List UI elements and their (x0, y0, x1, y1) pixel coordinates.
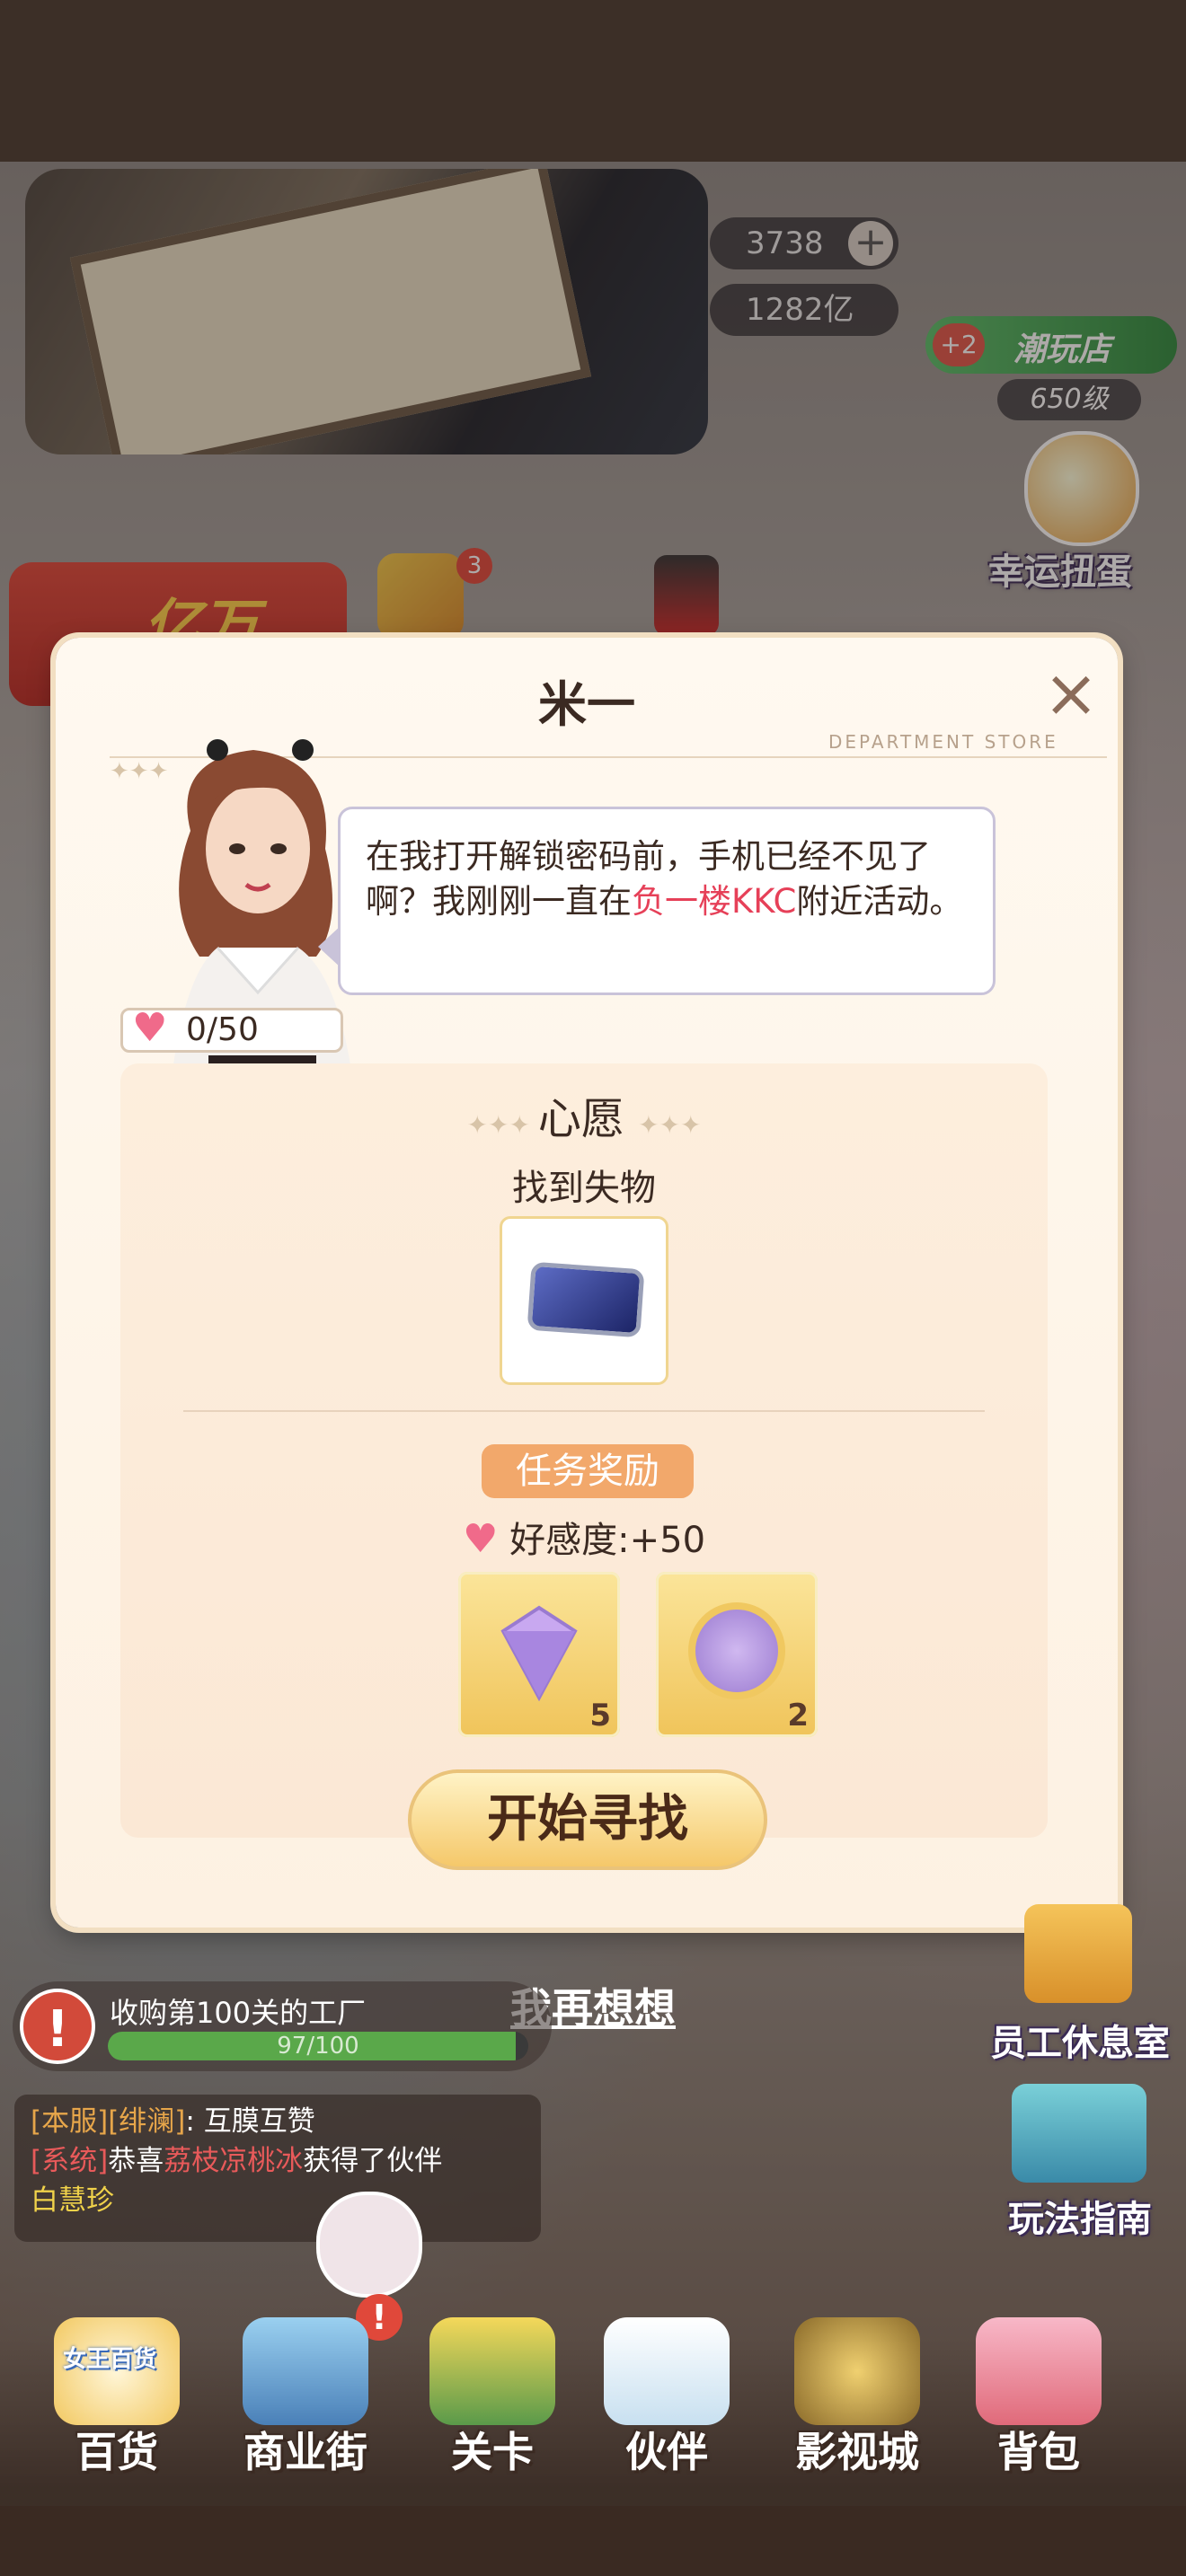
section-divider (183, 1410, 985, 1412)
reward-item-diamond[interactable]: 5 (458, 1572, 620, 1737)
nav-label: 影视城 (795, 2428, 919, 2476)
wish-title-text: 心愿 (537, 1094, 624, 1144)
chat-message: : 互膜互赞 (185, 2105, 315, 2138)
nav-label: 背包 (997, 2428, 1080, 2476)
wish-task: 找到失物 (512, 1168, 656, 1209)
dialogue-text-end: 附近活动。 (796, 882, 963, 921)
favor-value: :+50 (617, 1520, 706, 1561)
nav-label: 伙伴 (625, 2428, 708, 2476)
chat-box[interactable]: [本服][绯澜]: 互膜互赞 [系统]恭喜荔枝凉桃冰获得了伙伴 白慧珍 (14, 2095, 541, 2242)
alert-icon: ! (20, 1989, 95, 2064)
nav-partners[interactable]: 伙伴 (577, 2299, 757, 2506)
nav-label: 关卡 (451, 2428, 534, 2476)
nav-commercial-street[interactable]: 商业街 (216, 2299, 395, 2506)
sofa-coin-icon (688, 1602, 785, 1699)
chat-message: 获得了伙伴 (303, 2145, 443, 2177)
nav-backpack[interactable]: 背包 (949, 2299, 1128, 2506)
chat-channel: [本服] (31, 2105, 109, 2138)
heart-icon: ♥ (132, 1005, 168, 1051)
chat-partner-name: 白慧珍 (31, 2184, 114, 2217)
wish-title: ✦✦✦ 心愿 ✦✦✦ (120, 1083, 1048, 1146)
reward-item-sofa-coin[interactable]: 2 (656, 1572, 818, 1737)
department-store-icon: 女王百货 (54, 2317, 180, 2425)
lost-item-card[interactable] (500, 1216, 668, 1385)
quest-tracker[interactable]: ! 收购第100关的工厂 97/100 (13, 1981, 552, 2071)
nav-levels[interactable]: 关卡 (403, 2299, 582, 2506)
favor-reward: ♥ 好感度:+50 (120, 1511, 1048, 1563)
phone-icon (527, 1261, 645, 1338)
chat-channel: [系统] (31, 2145, 109, 2177)
guide-label[interactable]: 玩法指南 (1008, 2190, 1152, 2242)
partner-avatar-icon (604, 2317, 730, 2425)
sparkle-right-icon: ✦✦✦ (638, 1110, 702, 1140)
wish-dialog: 米一 × DEPARTMENT STORE ✦✦✦ 在我打开解锁密码前，手机已经… (56, 638, 1118, 1928)
nav-label: 百货 (75, 2428, 158, 2476)
affection-meter: ♥ 0/50 (120, 1008, 343, 1053)
nav-film-city[interactable]: 影视城 (767, 2299, 947, 2506)
wish-panel: ✦✦✦ 心愿 ✦✦✦ 找到失物 任务奖励 ♥ 好感度:+50 5 2 (120, 1063, 1048, 1838)
staff-lounge-icon[interactable] (1024, 1904, 1132, 2003)
reward-count: 5 (589, 1698, 611, 1734)
truck-icon (429, 2317, 555, 2425)
quest-progress-bar: 97/100 (108, 2032, 528, 2060)
guide-icon[interactable] (1012, 2084, 1146, 2183)
affection-value: 0/50 (186, 1011, 259, 1048)
dialogue-highlight-location: 负一楼KKC (632, 882, 797, 921)
start-search-button[interactable]: 开始寻找 (408, 1769, 767, 1870)
bottom-nav: 女王百货 百货 商业街 关卡 伙伴 影视城 背包 (0, 2299, 1186, 2506)
nav-department-store[interactable]: 女王百货 百货 (27, 2299, 207, 2506)
department-store-logo-text: 女王百货 (63, 2346, 157, 2373)
staff-lounge-label[interactable]: 员工休息室 (990, 2014, 1170, 2066)
reward-count: 2 (787, 1698, 809, 1734)
close-icon[interactable]: × (1035, 657, 1107, 729)
chat-line: [系统]恭喜荔枝凉桃冰获得了伙伴 (31, 2141, 525, 2181)
building-icon (243, 2317, 368, 2425)
chat-player-name: 荔枝凉桃冰 (164, 2145, 304, 2177)
favor-label: 好感度 (509, 1520, 618, 1561)
sparkle-left-icon: ✦✦✦ (466, 1110, 538, 1140)
speech-bubble: 在我打开解锁密码前，手机已经不见了啊？我刚刚一直在负一楼KKC附近活动。 (338, 807, 996, 995)
reward-tag: 任务奖励 (482, 1444, 694, 1498)
quest-text: 收购第100关的工厂 (110, 1996, 367, 2030)
chat-player-name: [绯澜] (108, 2105, 186, 2138)
handbag-icon (976, 2317, 1102, 2425)
purple-diamond-icon (500, 1605, 578, 1702)
department-store-tagline: DEPARTMENT STORE (828, 731, 1058, 753)
camera-icon[interactable] (316, 2192, 422, 2298)
chat-message: 恭喜 (108, 2145, 164, 2177)
bottom-bar (0, 2506, 1186, 2576)
quest-progress-text: 97/100 (277, 2033, 359, 2060)
nav-label: 商业街 (243, 2428, 367, 2476)
film-reel-icon (794, 2317, 920, 2425)
chat-line: [本服][绯澜]: 互膜互赞 (31, 2102, 525, 2141)
heart-icon: ♥ (462, 1516, 499, 1562)
